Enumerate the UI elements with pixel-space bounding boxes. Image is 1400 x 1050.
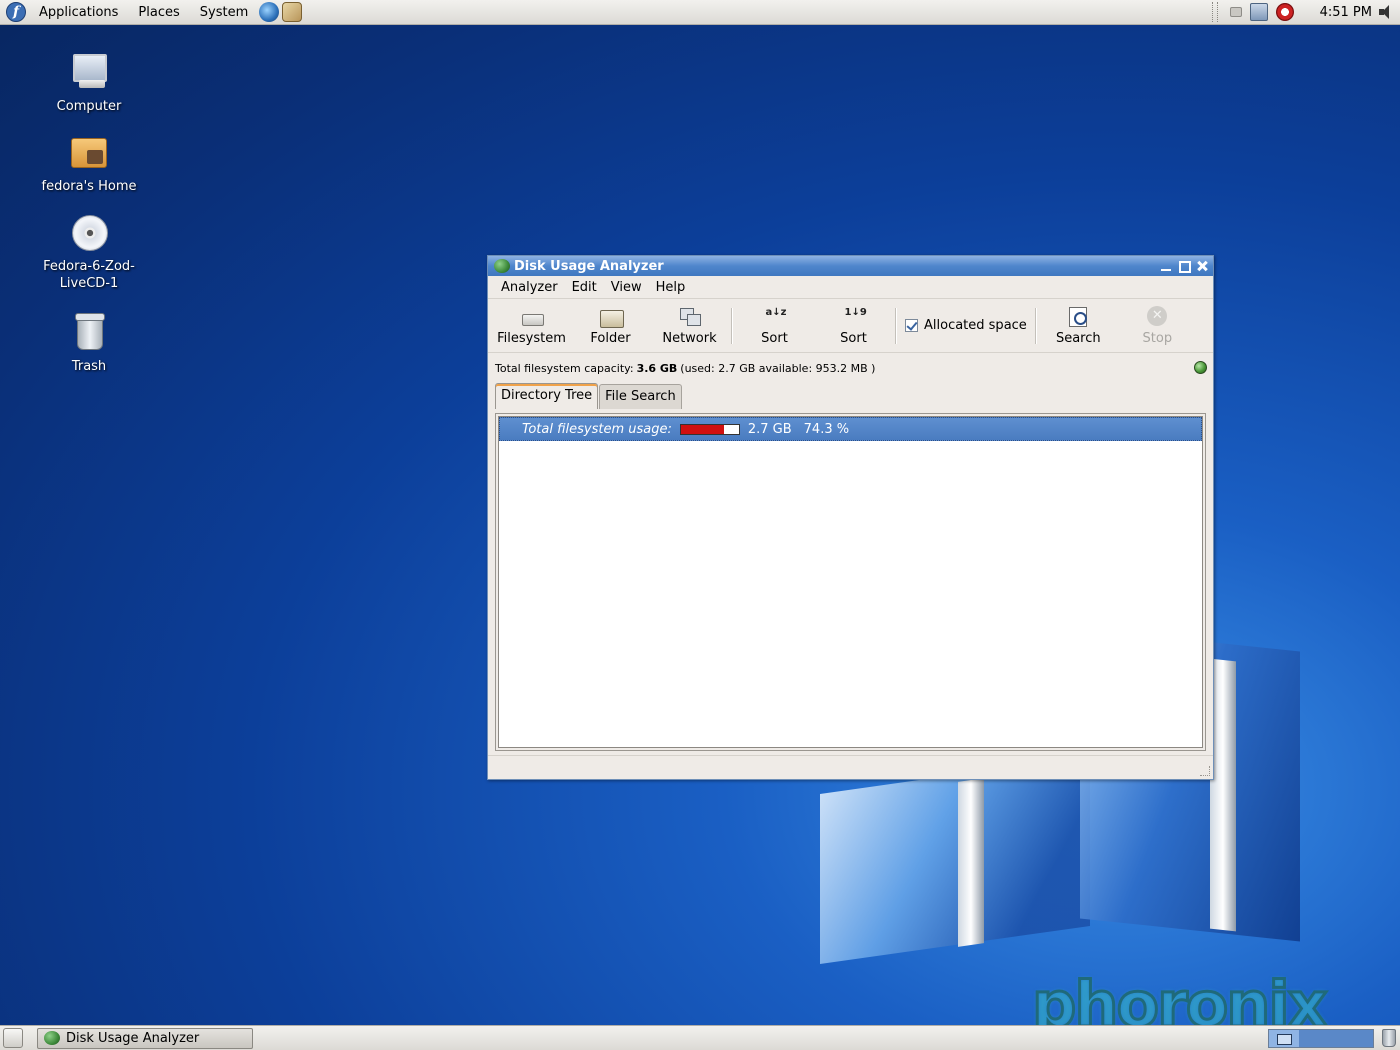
statusbar xyxy=(488,755,1213,779)
desktop-icon-label: Computer xyxy=(56,99,122,114)
resize-grip[interactable] xyxy=(1200,766,1210,776)
tool-label: Filesystem xyxy=(497,330,566,346)
scan-network-button[interactable]: Network xyxy=(650,302,729,350)
allocated-space-label: Allocated space xyxy=(924,318,1027,333)
menu-help[interactable]: Help xyxy=(649,280,693,295)
tool-label: Sort xyxy=(840,330,867,346)
harddisk-icon xyxy=(520,306,544,328)
sort-alpha-icon xyxy=(763,306,787,328)
usage-bar-fill xyxy=(680,424,724,434)
toolbar-separator xyxy=(1034,307,1037,344)
stop-icon xyxy=(1145,305,1169,328)
cd-icon xyxy=(67,210,111,254)
trash-icon xyxy=(67,310,111,354)
tray-network-icon[interactable] xyxy=(1229,7,1242,17)
disk-usage-analyzer-window: Disk Usage Analyzer Analyzer Edit View H… xyxy=(487,255,1214,780)
menubar: Analyzer Edit View Help xyxy=(488,276,1213,299)
capacity-total: 3.6 GB xyxy=(636,361,678,375)
filesystem-capacity-info: Total filesystem capacity: 3.6 GB (used:… xyxy=(488,353,1213,383)
volume-icon[interactable] xyxy=(1378,4,1396,20)
tool-label: Network xyxy=(662,330,717,346)
desktop-icon-trash[interactable]: Trash xyxy=(24,310,154,375)
menu-view[interactable]: View xyxy=(604,280,649,295)
tool-label: Folder xyxy=(590,330,631,346)
desktop-icon-computer[interactable]: Computer xyxy=(24,50,154,115)
menu-analyzer[interactable]: Analyzer xyxy=(494,280,565,295)
app-icon[interactable] xyxy=(494,259,510,273)
network-icon xyxy=(678,306,702,328)
top-panel: f Applications Places System 4:51 PM xyxy=(0,0,1400,25)
usage-bar xyxy=(679,423,740,435)
toolbar-separator xyxy=(731,307,733,344)
bottom-panel: Disk Usage Analyzer xyxy=(0,1025,1400,1050)
scan-filesystem-button[interactable]: Filesystem xyxy=(492,302,571,350)
stop-button[interactable]: Stop xyxy=(1118,302,1197,350)
home-folder-icon xyxy=(67,130,111,174)
web-browser-icon[interactable] xyxy=(259,2,280,22)
app-icon xyxy=(44,1031,60,1045)
menu-edit[interactable]: Edit xyxy=(565,280,604,295)
taskbar-item-disk-usage-analyzer[interactable]: Disk Usage Analyzer xyxy=(37,1027,253,1049)
workspace-2[interactable] xyxy=(1299,1029,1373,1047)
window-titlebar[interactable]: Disk Usage Analyzer xyxy=(488,256,1213,276)
ribbon-decoration xyxy=(958,778,984,947)
menu-system[interactable]: System xyxy=(193,5,255,20)
tree-row-total[interactable]: Total filesystem usage: 2.7 GB 74.3 % xyxy=(499,417,1202,441)
folder-open-icon xyxy=(599,306,624,328)
notification-area: 4:51 PM xyxy=(1211,0,1400,25)
tree-row-size: 2.7 GB xyxy=(747,421,792,437)
taskbar-item-label: Disk Usage Analyzer xyxy=(66,1030,200,1046)
tree-row-label: Total filesystem usage: xyxy=(522,421,672,437)
scan-folder-button[interactable]: Folder xyxy=(571,302,650,350)
menu-places[interactable]: Places xyxy=(131,5,186,20)
sort-by-name-button[interactable]: Sort xyxy=(735,302,814,350)
sort-by-size-button[interactable]: Sort xyxy=(814,302,893,350)
close-button[interactable] xyxy=(1194,258,1210,274)
tool-label: Search xyxy=(1055,330,1101,346)
search-button[interactable]: Search xyxy=(1039,302,1118,350)
capacity-prefix: Total filesystem capacity: xyxy=(495,361,634,375)
mail-icon[interactable] xyxy=(282,2,303,22)
tab-directory-tree[interactable]: Directory Tree xyxy=(495,383,599,409)
tab-file-search[interactable]: File Search xyxy=(599,384,682,409)
allocated-space-toggle[interactable]: Allocated space xyxy=(899,318,1033,333)
allocated-space-checkbox[interactable] xyxy=(905,319,918,332)
fedora-logo-icon[interactable]: f xyxy=(6,2,26,22)
tool-label: Stop xyxy=(1142,330,1173,346)
show-desktop-icon[interactable] xyxy=(3,1028,23,1048)
computer-icon xyxy=(67,50,111,94)
desktop-icon-label: Trash xyxy=(71,359,107,374)
status-indicator-icon xyxy=(1194,361,1207,374)
panel-handle[interactable] xyxy=(1211,2,1218,22)
toolbar-separator xyxy=(895,307,897,344)
directory-tree-panel: Total filesystem usage: 2.7 GB 74.3 % xyxy=(495,413,1206,751)
toolbar: Filesystem Folder Network Sort Sort Allo… xyxy=(488,299,1213,353)
menu-applications[interactable]: Applications xyxy=(32,5,125,20)
window-title: Disk Usage Analyzer xyxy=(514,258,664,274)
desktop-icon-home[interactable]: fedora's Home xyxy=(24,130,154,195)
tree-row-percent: 74.3 % xyxy=(803,421,850,437)
maximize-button[interactable] xyxy=(1176,258,1192,274)
gift-box-decoration xyxy=(820,756,1090,964)
desktop-icon-livecd[interactable]: Fedora-6-Zod-LiveCD-1 xyxy=(24,210,154,292)
minimize-button[interactable] xyxy=(1158,258,1174,274)
capacity-details: (used: 2.7 GB available: 953.2 MB ) xyxy=(680,361,876,375)
workspace-switcher[interactable] xyxy=(1268,1028,1374,1048)
tray-update-icon[interactable] xyxy=(1249,3,1268,21)
window-controls xyxy=(1156,258,1210,274)
workspace-1[interactable] xyxy=(1269,1029,1299,1047)
tray-blocked-icon[interactable] xyxy=(1275,3,1294,21)
tool-label: Sort xyxy=(761,330,788,346)
directory-tree[interactable]: Total filesystem usage: 2.7 GB 74.3 % xyxy=(498,416,1203,748)
clock[interactable]: 4:51 PM xyxy=(1320,5,1372,20)
search-icon xyxy=(1066,306,1090,328)
view-tabs: Directory Tree File Search xyxy=(488,383,1213,409)
desktop-icon-label: Fedora-6-Zod-LiveCD-1 xyxy=(43,259,135,291)
desktop-icon-label: fedora's Home xyxy=(41,179,137,194)
trash-applet-icon[interactable] xyxy=(1382,1029,1396,1047)
sort-numeric-icon xyxy=(842,306,866,328)
